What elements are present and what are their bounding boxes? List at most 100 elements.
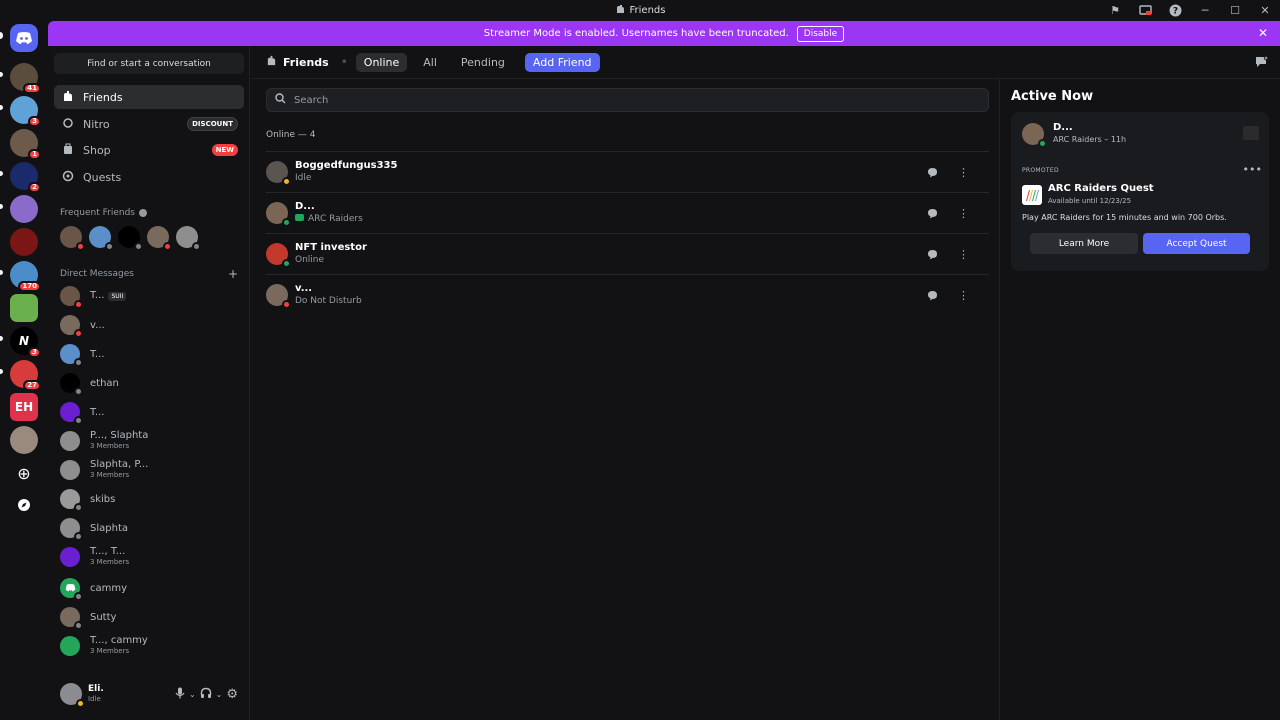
friend-row[interactable]: v... Do Not Disturb ⋮ <box>266 274 989 315</box>
add-server-icon[interactable]: ⊕ <box>10 459 38 487</box>
help-icon[interactable]: ? <box>1160 0 1190 21</box>
avatar[interactable] <box>89 226 114 251</box>
activity-user: D... ARC Raiders – 11h <box>1022 122 1126 148</box>
more-options-icon[interactable]: ⋮ <box>952 284 975 307</box>
tab-pending[interactable]: Pending <box>453 53 513 72</box>
find-conversation-button[interactable]: Find or start a conversation <box>54 53 244 74</box>
user-avatar[interactable] <box>60 683 85 708</box>
dm-group-item[interactable]: Slaphta, P... 3 Members <box>54 456 244 484</box>
nav-label: Shop <box>83 143 111 157</box>
dm-item[interactable]: Slaphta <box>54 514 244 542</box>
nav-shop[interactable]: Shop NEW <box>54 138 244 162</box>
more-options-icon[interactable]: ⋮ <box>952 243 975 266</box>
nav-label: Nitro <box>83 117 110 131</box>
server-icon[interactable]: N3 <box>10 327 41 358</box>
nav-friends[interactable]: Friends <box>54 85 244 109</box>
dm-item[interactable]: v... <box>54 311 244 339</box>
more-options-icon[interactable]: ••• <box>1243 163 1262 176</box>
dm-item[interactable]: T... SUII <box>54 282 244 310</box>
discover-icon[interactable] <box>10 491 38 519</box>
avatar <box>266 161 291 186</box>
learn-more-button[interactable]: Learn More <box>1030 233 1138 254</box>
dm-name: T... <box>90 290 105 301</box>
dm-item[interactable]: skibs <box>54 485 244 513</box>
server-icon[interactable]: 170 <box>10 261 41 292</box>
friends-search-input[interactable]: Search <box>266 88 989 112</box>
friends-icon <box>62 90 74 105</box>
nav-nitro[interactable]: Nitro DISCOUNT <box>54 112 244 136</box>
window-title: Friends <box>615 4 665 17</box>
svg-text:?: ? <box>1172 7 1177 17</box>
create-dm-plus-icon[interactable]: + <box>228 267 238 281</box>
tab-online[interactable]: Online <box>355 52 408 72</box>
server-icon[interactable]: 41 <box>10 63 41 94</box>
avatar <box>60 489 83 512</box>
tab-all[interactable]: All <box>415 53 445 72</box>
unread-pill <box>0 204 3 209</box>
server-icon[interactable]: 2 <box>10 162 41 193</box>
message-icon[interactable] <box>921 161 944 184</box>
search-icon <box>275 93 286 107</box>
new-group-dm-icon[interactable] <box>1255 55 1269 71</box>
server-icon[interactable]: 1 <box>10 129 41 160</box>
server-icon[interactable]: EH <box>10 393 38 421</box>
group-avatar <box>60 547 80 567</box>
screen-share-icon[interactable] <box>1130 0 1160 21</box>
microphone-icon[interactable] <box>175 687 185 702</box>
disable-streamer-mode-button[interactable]: Disable <box>796 25 845 42</box>
dm-item[interactable]: cammy <box>54 574 244 602</box>
page-title: Friends <box>283 55 329 69</box>
dm-name: v... <box>90 319 105 331</box>
avatar[interactable] <box>176 226 201 251</box>
dm-group-item[interactable]: P..., Slaphta 3 Members <box>54 427 244 455</box>
frequent-friends-header: Frequent Friends <box>60 208 147 218</box>
headphones-icon[interactable] <box>200 687 212 702</box>
unread-pill <box>0 369 3 374</box>
flag-icon[interactable]: ⚑ <box>1100 0 1130 21</box>
server-icon[interactable]: 27 <box>10 360 41 391</box>
minimize-icon[interactable]: ─ <box>1190 0 1220 21</box>
more-options-icon[interactable]: ⋮ <box>952 202 975 225</box>
quest-info: ARC Raiders Quest Available until 12/23/… <box>1022 183 1154 207</box>
friend-row[interactable]: Boggedfungus335 Idle ⋮ <box>266 151 989 192</box>
dm-group-item[interactable]: T..., T... 3 Members <box>54 543 244 571</box>
accept-quest-button[interactable]: Accept Quest <box>1143 233 1250 254</box>
close-icon[interactable]: ✕ <box>1258 26 1268 40</box>
discord-home-icon[interactable] <box>10 24 38 52</box>
unread-pill <box>0 105 3 110</box>
nav-quests[interactable]: Quests <box>54 165 244 189</box>
add-friend-button[interactable]: Add Friend <box>524 52 600 72</box>
message-icon[interactable] <box>921 284 944 307</box>
server-icon[interactable] <box>10 195 38 223</box>
message-icon[interactable] <box>921 243 944 266</box>
dm-name: T..., cammy <box>90 635 148 646</box>
dm-item[interactable]: T... <box>54 340 244 368</box>
avatar <box>60 607 83 630</box>
avatar[interactable] <box>147 226 172 251</box>
avatar[interactable] <box>118 226 143 251</box>
mic-options-chevron-icon[interactable]: ⌄ <box>189 690 196 699</box>
close-window-icon[interactable]: ✕ <box>1250 0 1280 21</box>
avatar <box>60 578 83 601</box>
gear-icon[interactable]: ⚙ <box>226 687 238 702</box>
friend-row[interactable]: D... ARC Raiders ⋮ <box>266 192 989 233</box>
server-icon[interactable] <box>10 426 38 454</box>
avatar <box>60 315 83 338</box>
dm-item[interactable]: Sutty <box>54 603 244 631</box>
dm-group-item[interactable]: T..., cammy 3 Members <box>54 632 244 660</box>
server-icon[interactable] <box>10 228 38 256</box>
user-panel: Eli. Idle ⌄ ⌄ ⚙ <box>54 676 244 712</box>
message-icon[interactable] <box>921 202 944 225</box>
server-icon[interactable]: 3 <box>10 96 41 127</box>
friend-row[interactable]: NFT investor Online ⋮ <box>266 233 989 274</box>
user-name: Eli. <box>88 684 104 694</box>
dm-item[interactable]: ethan <box>54 369 244 397</box>
info-icon[interactable] <box>138 209 147 217</box>
audio-options-chevron-icon[interactable]: ⌄ <box>216 690 223 699</box>
server-icon[interactable] <box>10 294 38 322</box>
maximize-icon[interactable]: ☐ <box>1220 0 1250 21</box>
avatar[interactable] <box>60 226 85 251</box>
more-options-icon[interactable]: ⋮ <box>952 161 975 184</box>
dm-item[interactable]: T... <box>54 398 244 426</box>
friends-wave-icon <box>615 4 625 17</box>
